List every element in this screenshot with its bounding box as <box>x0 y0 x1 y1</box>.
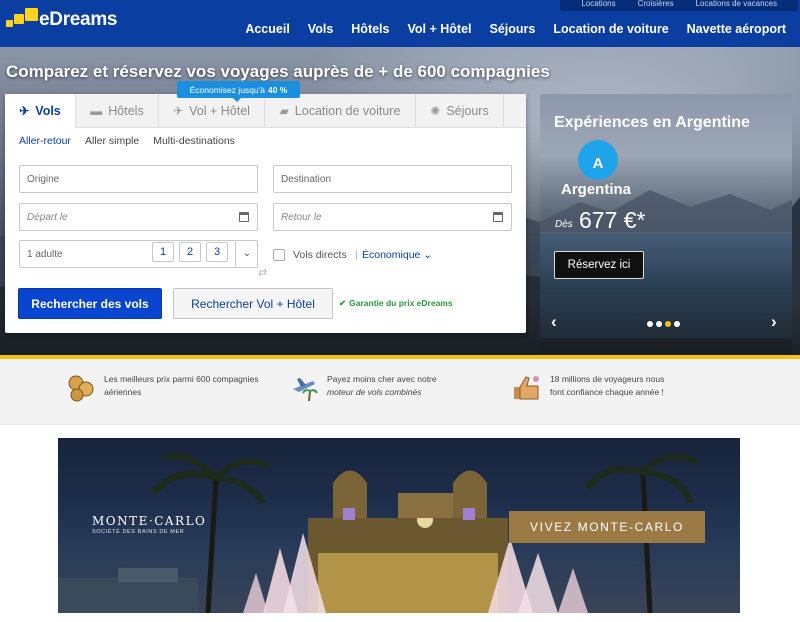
passenger-count-3[interactable]: 3 <box>206 242 228 262</box>
trip-type-aller-retour[interactable]: Aller-retour <box>19 135 71 147</box>
chevron-down-icon: ⌄ <box>423 249 433 261</box>
plane-bed-icon: ✈ <box>173 104 184 118</box>
top-links: Locations Croisières Locations de vacanc… <box>560 0 798 11</box>
plane-icon: ✈ <box>19 104 30 118</box>
nav-location-voiture[interactable]: Location de voiture <box>553 22 668 36</box>
nav-accueil[interactable]: Accueil <box>245 22 289 36</box>
monte-carlo-banner[interactable]: MONTE·CARLO SOCIÉTÉ DES BAINS DE MER VIV… <box>58 438 740 613</box>
logo-squares-icon <box>6 8 38 32</box>
bed-icon: ▬ <box>90 104 103 118</box>
toplink-locations-vacances[interactable]: Locations de vacances <box>696 0 777 11</box>
carousel-dot[interactable] <box>647 321 653 327</box>
tab-sejours-label: Séjours <box>446 104 489 118</box>
chevron-down-icon[interactable]: ⌄ <box>235 240 258 266</box>
destination-country: Argentina <box>561 181 632 198</box>
benefit-combined-flights-emphasis: moteur de vols combinés <box>327 387 422 397</box>
nav-sejours[interactable]: Séjours <box>490 22 536 36</box>
benefit-combined-flights-line1: Payez moins cher avec notre <box>327 374 437 384</box>
return-placeholder: Retour le <box>281 211 322 223</box>
benefit-best-prices-line1: Les meilleurs prix parmi 600 compagnies <box>104 374 259 384</box>
coins-icon <box>68 375 94 402</box>
tab-location-voiture[interactable]: ▰ Location de voiture <box>265 94 416 128</box>
trip-type-aller-simple[interactable]: Aller simple <box>85 135 139 147</box>
swap-icon[interactable]: ⇄ <box>258 266 267 279</box>
search-flight-hotel-button[interactable]: Rechercher Vol + Hôtel <box>173 288 333 319</box>
calendar-icon <box>239 212 249 222</box>
cabin-class-value: Économique <box>362 249 421 261</box>
logo-text: eDreams <box>39 9 118 30</box>
destination-promo-card: Expériences en Argentine A Argentina Dès… <box>540 94 792 338</box>
carousel-dots <box>647 321 683 327</box>
chevron-right-icon[interactable]: › <box>771 312 777 332</box>
nav-navette-aeroport[interactable]: Navette aéroport <box>687 22 786 36</box>
carousel-dot[interactable] <box>674 321 680 327</box>
toplink-locations[interactable]: Locations <box>581 0 615 11</box>
toplink-croisieres[interactable]: Croisières <box>638 0 674 11</box>
sun-icon: ✺ <box>430 104 441 118</box>
origin-placeholder: Origine <box>27 173 60 185</box>
promo-card-title: Expériences en Argentine <box>554 114 750 131</box>
benefit-best-prices: Les meilleurs prix parmi 600 compagnies … <box>66 373 259 403</box>
return-date-field[interactable]: Retour le <box>273 203 512 231</box>
guarantee-text: Garantie du prix eDreams <box>349 298 453 308</box>
origin-field[interactable]: Origine <box>19 165 258 193</box>
nav-hotels[interactable]: Hôtels <box>351 22 389 36</box>
savings-badge: Économisez jusqu'à 40 % <box>177 81 300 102</box>
benefits-strip: Les meilleurs prix parmi 600 compagnies … <box>0 359 800 425</box>
nav-vol-hotel[interactable]: Vol + Hôtel <box>407 22 471 36</box>
product-tabs: ✈ Vols ▬ Hôtels ✈ Vol + Hôtel ▰ Location… <box>5 94 526 129</box>
benefit-best-prices-line2: aériennes <box>104 387 142 397</box>
destination-badge: A <box>578 140 618 180</box>
destination-placeholder: Destination <box>281 173 332 185</box>
reserve-button[interactable]: Réservez ici <box>554 251 644 279</box>
calendar-icon <box>493 212 503 222</box>
plane-palm-icon <box>293 378 318 402</box>
search-panel: ✈ Vols ▬ Hôtels ✈ Vol + Hôtel ▰ Location… <box>5 94 526 333</box>
price-guarantee[interactable]: ✔ Garantie du prix eDreams <box>339 298 453 309</box>
separator: | <box>355 249 358 261</box>
passengers-value: 1 adulte <box>27 248 63 260</box>
tab-vol-hotel-label: Vol + Hôtel <box>189 104 250 118</box>
tab-hotels-label: Hôtels <box>108 104 144 118</box>
tab-vols-label: Vols <box>35 104 61 118</box>
tab-vol-hotel[interactable]: ✈ Vol + Hôtel <box>159 94 265 128</box>
depart-placeholder: Départ le <box>27 211 68 223</box>
hero-title: Comparez et réservez vos voyages auprès … <box>6 62 550 81</box>
edreams-logo[interactable]: eDreams <box>6 8 117 32</box>
benefit-combined-flights: Payez moins cher avec notre moteur de vo… <box>289 373 437 403</box>
carousel-dot[interactable] <box>656 321 662 327</box>
passenger-count-2[interactable]: 2 <box>179 242 201 262</box>
direct-flights-label: Vols directs <box>293 249 347 261</box>
checkmark-icon: ✔ <box>339 298 347 308</box>
savings-badge-prefix: Économisez jusqu'à <box>189 84 265 95</box>
benefit-trusted-line2: font confiance chaque année ! <box>550 387 664 397</box>
vivez-monte-carlo-button[interactable]: VIVEZ MONTE-CARLO <box>509 511 705 543</box>
top-header: eDreams Locations Croisières Locations d… <box>0 0 800 47</box>
depart-date-field[interactable]: Départ le <box>19 203 258 231</box>
tab-vols[interactable]: ✈ Vols <box>5 94 76 129</box>
carousel-dot-active[interactable] <box>665 321 671 327</box>
nav-vols[interactable]: Vols <box>308 22 333 36</box>
chevron-left-icon[interactable]: ‹ <box>551 312 557 332</box>
direct-flights-checkbox[interactable] <box>273 249 285 261</box>
promo-price: 677 €* <box>579 207 646 233</box>
tab-sejours[interactable]: ✺ Séjours <box>416 94 504 128</box>
benefit-trusted-line1: 18 millions de voyageurs nous <box>550 374 665 384</box>
car-icon: ▰ <box>279 104 289 118</box>
cabin-class-select[interactable]: Économique ⌄ <box>362 249 432 261</box>
savings-badge-value: 40 % <box>267 84 288 95</box>
search-flights-button[interactable]: Rechercher des vols <box>18 288 162 319</box>
destination-field[interactable]: Destination <box>273 165 512 193</box>
passenger-count-1[interactable]: 1 <box>152 242 174 262</box>
benefit-trusted: 18 millions de voyageurs nous font confi… <box>512 373 664 403</box>
trip-type-multi-destinations[interactable]: Multi-destinations <box>153 135 235 147</box>
main-nav: Accueil Vols Hôtels Vol + Hôtel Séjours … <box>227 22 786 36</box>
thumbs-up-icon <box>514 376 539 400</box>
tab-hotels[interactable]: ▬ Hôtels <box>76 94 159 128</box>
tab-location-voiture-label: Location de voiture <box>294 104 401 118</box>
monte-carlo-logo: MONTE·CARLO <box>92 514 207 528</box>
trip-type-selector: Aller-retour Aller simple Multi-destinat… <box>19 135 249 147</box>
price-prefix: Dès <box>555 219 573 230</box>
monte-carlo-subtitle: SOCIÉTÉ DES BAINS DE MER <box>92 529 185 535</box>
